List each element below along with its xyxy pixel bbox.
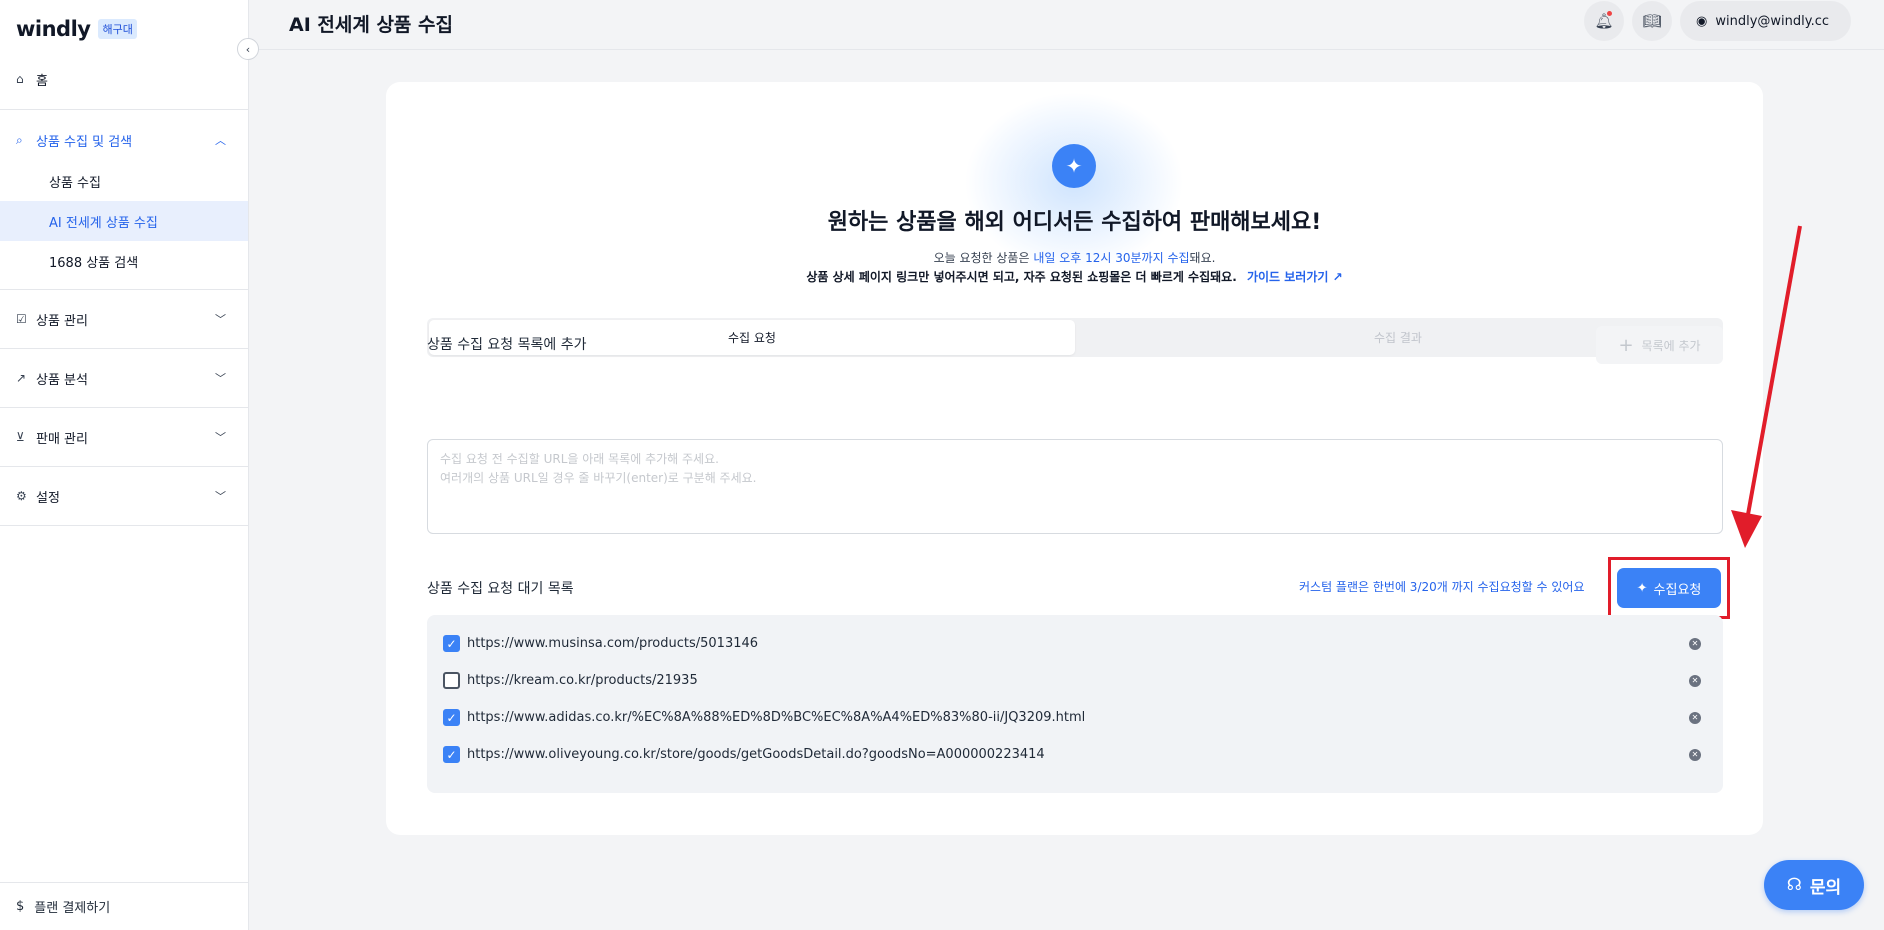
user-icon: ◉ [1696,13,1708,29]
notifications-button[interactable]: 🔔︎ [1584,1,1624,41]
page-title: AI 전세계 상품 수집 [289,14,453,36]
headset-icon: ☊ [1786,875,1802,895]
item-url: https://www.musinsa.com/products/5013146 [467,636,759,651]
cart-icon: ⊻ [16,430,25,444]
add-to-list-button[interactable]: + 목록에 추가 [1596,326,1723,364]
user-menu-button[interactable]: ◉ windly@windly.cc [1680,1,1851,41]
item-url: https://kream.co.kr/products/21935 [467,673,698,688]
chart-icon: ↗ [16,371,27,385]
sidebar-item-label: 판매 관리 [36,431,88,447]
request-queue-list: ✓ https://www.musinsa.com/products/50131… [427,615,1723,793]
guide-link-label: 가이드 보러가기 [1246,270,1329,284]
queue-section-label: 상품 수집 요청 대기 목록 [427,581,574,597]
help-chat-button[interactable]: ☊ 문의 [1764,860,1864,910]
hero-description-1: 오늘 요청한 상품은 내일 오후 12시 30분까지 수집돼요. [386,249,1763,266]
search-icon: ⌕ [16,132,23,147]
sidebar-item-label: 상품 분석 [36,372,88,388]
chevron-down-icon: ﹀ [215,490,226,503]
divider [0,407,248,408]
list-item: ✓ https://www.oliveyoung.co.kr/store/goo… [427,736,1723,773]
hero-line1-prefix: 오늘 요청한 상품은 [933,251,1034,265]
hero-description-2: 상품 상세 페이지 링크만 넣어주시면 되고, 자주 요청된 쇼핑몰은 더 빠르… [386,268,1763,285]
checkbox-list-icon: ☑ [16,312,27,326]
logo-row: windly 해구대 [0,0,248,58]
sidebar-item-product-analysis[interactable]: ↗ 상품 분석 ﹀ [0,357,248,399]
item-checkbox[interactable] [443,672,460,689]
sidebar-item-home[interactable]: ⌂ 홈 [0,58,248,100]
remove-icon[interactable]: ✕ [1689,674,1701,687]
sidebar-item-label: 설정 [36,490,60,506]
sidebar-item-sales-management[interactable]: ⊻ 판매 관리 ﹀ [0,416,248,458]
sidebar-subitem-1688-search[interactable]: 1688 상품 검색 [0,241,248,281]
add-to-list-label: 목록에 추가 [1641,338,1701,353]
item-checkbox[interactable]: ✓ [443,709,460,726]
plan-payment-link[interactable]: $ 플랜 결제하기 [0,882,248,930]
logo-badge: 해구대 [98,19,137,39]
plan-payment-label: 플랜 결제하기 [34,901,111,916]
guide-book-button[interactable]: 📖︎ [1632,1,1672,41]
divider [0,109,248,110]
gear-icon: ⚙ [16,489,27,503]
help-label: 문의 [1809,877,1842,898]
sidebar-item-settings[interactable]: ⚙ 설정 ﹀ [0,475,248,517]
remove-icon[interactable]: ✕ [1689,637,1701,650]
collapse-sidebar-button[interactable]: ‹ [237,38,259,60]
plus-icon: + [1618,334,1634,356]
url-input[interactable] [427,439,1723,534]
tab-bar: 수집 요청 수집 결과 [427,318,1723,357]
sidebar: windly 해구대 ⌂ 홈 ⌕ 상품 수집 및 검색 ︿ 상품 수집 AI 전… [0,0,249,930]
sidebar-subitem-collect[interactable]: 상품 수집 [0,161,248,201]
chevron-up-icon: ︿ [215,134,226,147]
sidebar-item-label: 상품 수집 및 검색 [36,134,133,150]
dollar-icon: $ [16,899,25,914]
sidebar-subitem-ai-global-collect[interactable]: AI 전세계 상품 수집 [0,201,248,241]
logo[interactable]: windly [16,17,91,41]
divider [0,348,248,349]
sidebar-item-product-management[interactable]: ☑ 상품 관리 ﹀ [0,298,248,340]
external-link-icon: ↗ [1332,270,1343,284]
user-email: windly@windly.cc [1715,13,1829,29]
sidebar-item-label: 홈 [36,73,48,89]
book-icon: 📖︎ [1642,12,1662,30]
list-item: https://kream.co.kr/products/21935 ✕ [427,662,1723,699]
chevron-left-icon: ‹ [245,42,251,56]
divider [0,525,248,526]
item-checkbox[interactable]: ✓ [443,635,460,652]
chevron-down-icon: ﹀ [215,431,226,444]
hero-line1-suffix: 돼요. [1189,251,1216,265]
hero-line2-text: 상품 상세 페이지 링크만 넣어주시면 되고, 자주 요청된 쇼핑몰은 더 빠르… [806,270,1237,284]
hero-line1-highlight: 내일 오후 12시 30분까지 수집 [1033,251,1190,265]
divider [0,289,248,290]
notification-dot [1607,11,1612,16]
item-checkbox[interactable]: ✓ [443,746,460,763]
list-item: ✓ https://www.musinsa.com/products/50131… [427,625,1723,662]
item-url: https://www.adidas.co.kr/%EC%8A%88%ED%8D… [467,710,1086,725]
remove-icon[interactable]: ✕ [1689,748,1701,761]
plan-limit-note: 커스텀 플랜은 한번에 3/20개 까지 수집요청할 수 있어요 [1299,580,1585,594]
sidebar-item-label: 상품 관리 [36,313,88,329]
hero-title: 원하는 상품을 해외 어디서든 수집하여 판매해보세요! [827,210,1322,235]
collect-card: ✦ 원하는 상품을 해외 어디서든 수집하여 판매해보세요! 오늘 요청한 상품… [386,82,1763,835]
remove-icon[interactable]: ✕ [1689,711,1701,724]
sidebar-item-collect-search[interactable]: ⌕ 상품 수집 및 검색 ︿ [0,119,248,161]
sparkle-icon: ✦ [1052,144,1096,188]
annotation-highlight-box [1608,557,1730,619]
home-icon: ⌂ [16,72,24,86]
chevron-down-icon: ﹀ [215,313,226,326]
add-section-label: 상품 수집 요청 목록에 추가 [427,337,587,353]
item-url: https://www.oliveyoung.co.kr/store/goods… [467,747,1045,762]
chevron-down-icon: ﹀ [215,372,226,385]
divider [0,466,248,467]
guide-link[interactable]: 가이드 보러가기 ↗ [1247,270,1343,284]
list-item: ✓ https://www.adidas.co.kr/%EC%8A%88%ED%… [427,699,1723,736]
